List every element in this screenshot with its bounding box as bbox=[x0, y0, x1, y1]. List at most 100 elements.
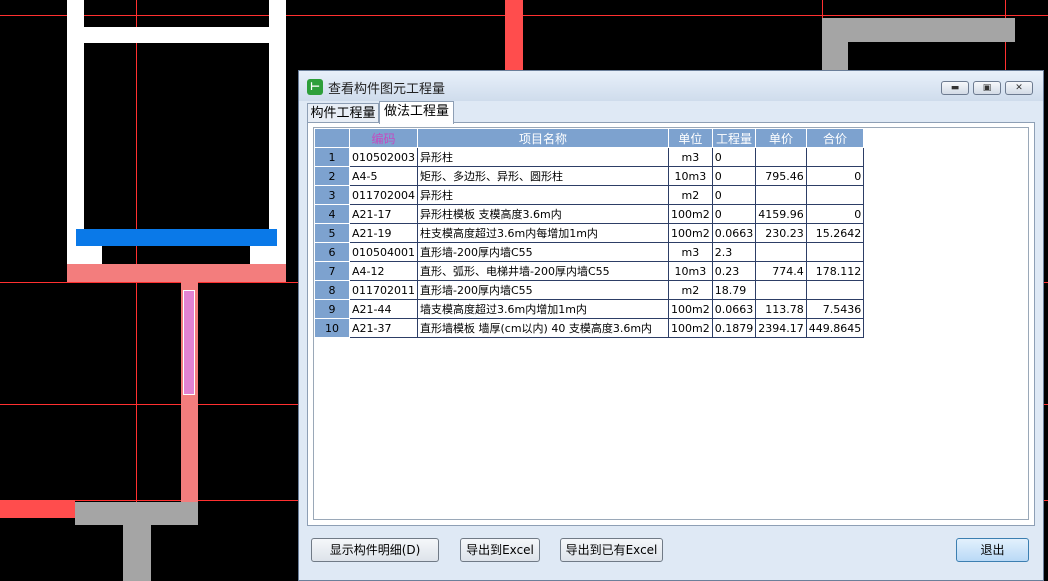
table-row[interactable]: 5 A21-19 柱支模高度超过3.6m内每增加1m内 100m2 0.0663 230.… bbox=[314, 223, 865, 243]
row-number[interactable]: 10 bbox=[314, 318, 350, 338]
table-row[interactable]: 7 A4-12 直形、弧形、电梯井墙-200厚内墙C55 10m3 0.23 774.4 1… bbox=[314, 261, 865, 281]
gray-slab-top-right-leg[interactable] bbox=[822, 42, 848, 70]
header-total-price[interactable]: 合价 bbox=[805, 128, 865, 148]
unit-cell[interactable]: m3 bbox=[668, 242, 713, 262]
quantity-cell[interactable]: 0.1879 bbox=[711, 318, 757, 338]
quantity-cell[interactable]: 0.0663 bbox=[711, 223, 757, 243]
code-cell[interactable]: A21-19 bbox=[349, 223, 418, 243]
quantity-cell[interactable]: 0.23 bbox=[711, 261, 757, 281]
total-price-cell[interactable]: 178.112 bbox=[805, 261, 865, 281]
unit-cell[interactable]: 100m2 bbox=[668, 299, 713, 319]
unit-cell[interactable]: 10m3 bbox=[668, 166, 713, 186]
item-name-cell[interactable]: 直形墙-200厚内墙C55 bbox=[417, 280, 669, 300]
row-number[interactable]: 2 bbox=[314, 166, 350, 186]
quantity-cell[interactable]: 0.0663 bbox=[711, 299, 757, 319]
code-cell[interactable]: A21-44 bbox=[349, 299, 418, 319]
gray-slab-bottom[interactable] bbox=[75, 502, 198, 525]
item-name-cell[interactable]: 直形墙-200厚内墙C55 bbox=[417, 242, 669, 262]
unit-price-cell[interactable] bbox=[755, 185, 807, 205]
row-number[interactable]: 6 bbox=[314, 242, 350, 262]
unit-cell[interactable]: m2 bbox=[668, 185, 713, 205]
quantity-cell[interactable]: 0 bbox=[711, 185, 757, 205]
table-row[interactable]: 2 A4-5 矩形、多边形、异形、圆形柱 10m3 0 795.46 0 bbox=[314, 166, 865, 186]
code-cell[interactable]: A21-37 bbox=[349, 318, 418, 338]
item-name-cell[interactable]: 直形墙模板 墙厚(cm以内) 40 支模高度3.6m内 bbox=[417, 318, 669, 338]
restore-icon[interactable]: ▣ bbox=[973, 81, 1001, 95]
unit-price-cell[interactable]: 774.4 bbox=[755, 261, 807, 281]
total-price-cell[interactable] bbox=[805, 280, 865, 300]
item-name-cell[interactable]: 异形柱 bbox=[417, 147, 669, 167]
table-row[interactable]: 10 A21-37 直形墙模板 墙厚(cm以内) 40 支模高度3.6m内 100m2… bbox=[314, 318, 865, 338]
total-price-cell[interactable]: 0 bbox=[805, 166, 865, 186]
item-name-cell[interactable]: 柱支模高度超过3.6m内每增加1m内 bbox=[417, 223, 669, 243]
export-existing-excel-button[interactable]: 导出到已有Excel bbox=[560, 538, 663, 562]
row-number[interactable]: 9 bbox=[314, 299, 350, 319]
row-number[interactable]: 4 bbox=[314, 204, 350, 224]
quantity-cell[interactable]: 0 bbox=[711, 166, 757, 186]
table-row[interactable]: 3 011702004 异形柱 m2 0 bbox=[314, 185, 865, 205]
code-cell[interactable]: A4-12 bbox=[349, 261, 418, 281]
gray-slab-bottom-leg[interactable] bbox=[123, 525, 151, 581]
red-wall-bottom-left[interactable] bbox=[0, 500, 75, 518]
gray-slab-top-right[interactable] bbox=[822, 18, 1015, 42]
row-number[interactable]: 3 bbox=[314, 185, 350, 205]
unit-price-cell[interactable] bbox=[755, 280, 807, 300]
table-row[interactable]: 4 A21-17 异形柱模板 支模高度3.6m内 100m2 0 4159.96 0 bbox=[314, 204, 865, 224]
total-price-cell[interactable] bbox=[805, 147, 865, 167]
close-icon[interactable]: ✕ bbox=[1005, 81, 1033, 95]
quantity-cell[interactable]: 0 bbox=[711, 147, 757, 167]
header-unit-price[interactable]: 单价 bbox=[755, 128, 807, 148]
item-name-cell[interactable]: 异形柱 bbox=[417, 185, 669, 205]
dialog-titlebar[interactable]: ⊢ 查看构件图元工程量 ▬ ▣ ✕ bbox=[299, 71, 1043, 101]
unit-cell[interactable]: 100m2 bbox=[668, 204, 713, 224]
show-detail-button[interactable]: 显示构件明细(D) bbox=[311, 538, 439, 562]
code-cell[interactable]: A21-17 bbox=[349, 204, 418, 224]
red-wall-top[interactable] bbox=[505, 0, 523, 70]
code-cell[interactable]: 010504001 bbox=[349, 242, 418, 262]
code-cell[interactable]: 011702011 bbox=[349, 280, 418, 300]
unit-price-cell[interactable]: 113.78 bbox=[755, 299, 807, 319]
unit-cell[interactable]: m2 bbox=[668, 280, 713, 300]
table-row[interactable]: 1 010502003 异形柱 m3 0 bbox=[314, 147, 865, 167]
unit-price-cell[interactable]: 795.46 bbox=[755, 166, 807, 186]
code-cell[interactable]: A4-5 bbox=[349, 166, 418, 186]
total-price-cell[interactable]: 7.5436 bbox=[805, 299, 865, 319]
header-unit[interactable]: 单位 bbox=[668, 128, 713, 148]
table-row[interactable]: 9 A21-44 墙支模高度超过3.6m内增加1m内 100m2 0.0663 113.7… bbox=[314, 299, 865, 319]
tab-component-quantity[interactable]: 构件工程量 bbox=[307, 103, 379, 123]
unit-price-cell[interactable]: 2394.17 bbox=[755, 318, 807, 338]
unit-cell[interactable]: m3 bbox=[668, 147, 713, 167]
total-price-cell[interactable]: 0 bbox=[805, 204, 865, 224]
code-cell[interactable]: 011702004 bbox=[349, 185, 418, 205]
unit-price-cell[interactable] bbox=[755, 147, 807, 167]
total-price-cell[interactable]: 15.2642 bbox=[805, 223, 865, 243]
unit-price-cell[interactable] bbox=[755, 242, 807, 262]
wall-element-horizontal[interactable] bbox=[67, 264, 286, 282]
unit-cell[interactable]: 10m3 bbox=[668, 261, 713, 281]
unit-price-cell[interactable]: 230.23 bbox=[755, 223, 807, 243]
row-number[interactable]: 7 bbox=[314, 261, 350, 281]
row-number[interactable]: 8 bbox=[314, 280, 350, 300]
row-number[interactable]: 1 bbox=[314, 147, 350, 167]
selected-wall-segment[interactable] bbox=[183, 290, 195, 395]
code-cell[interactable]: 010502003 bbox=[349, 147, 418, 167]
header-item-name[interactable]: 项目名称 bbox=[417, 128, 669, 148]
item-name-cell[interactable]: 直形、弧形、电梯井墙-200厚内墙C55 bbox=[417, 261, 669, 281]
header-quantity[interactable]: 工程量 bbox=[711, 128, 757, 148]
quantity-cell[interactable]: 18.79 bbox=[711, 280, 757, 300]
total-price-cell[interactable] bbox=[805, 242, 865, 262]
quantity-cell[interactable]: 2.3 bbox=[711, 242, 757, 262]
unit-price-cell[interactable]: 4159.96 bbox=[755, 204, 807, 224]
export-excel-button[interactable]: 导出到Excel bbox=[460, 538, 540, 562]
item-name-cell[interactable]: 异形柱模板 支模高度3.6m内 bbox=[417, 204, 669, 224]
tab-method-quantity[interactable]: 做法工程量 bbox=[379, 101, 454, 124]
beam-element[interactable] bbox=[76, 229, 277, 246]
quantity-grid[interactable]: 编码 项目名称 单位 工程量 单价 合价 1 010502003 异形柱 m3 0 2 A4… bbox=[313, 127, 1029, 520]
item-name-cell[interactable]: 矩形、多边形、异形、圆形柱 bbox=[417, 166, 669, 186]
total-price-cell[interactable]: 449.8645 bbox=[805, 318, 865, 338]
minimize-icon[interactable]: ▬ bbox=[941, 81, 969, 95]
unit-cell[interactable]: 100m2 bbox=[668, 318, 713, 338]
table-row[interactable]: 6 010504001 直形墙-200厚内墙C55 m3 2.3 bbox=[314, 242, 865, 262]
exit-button[interactable]: 退出 bbox=[956, 538, 1029, 562]
row-number[interactable]: 5 bbox=[314, 223, 350, 243]
